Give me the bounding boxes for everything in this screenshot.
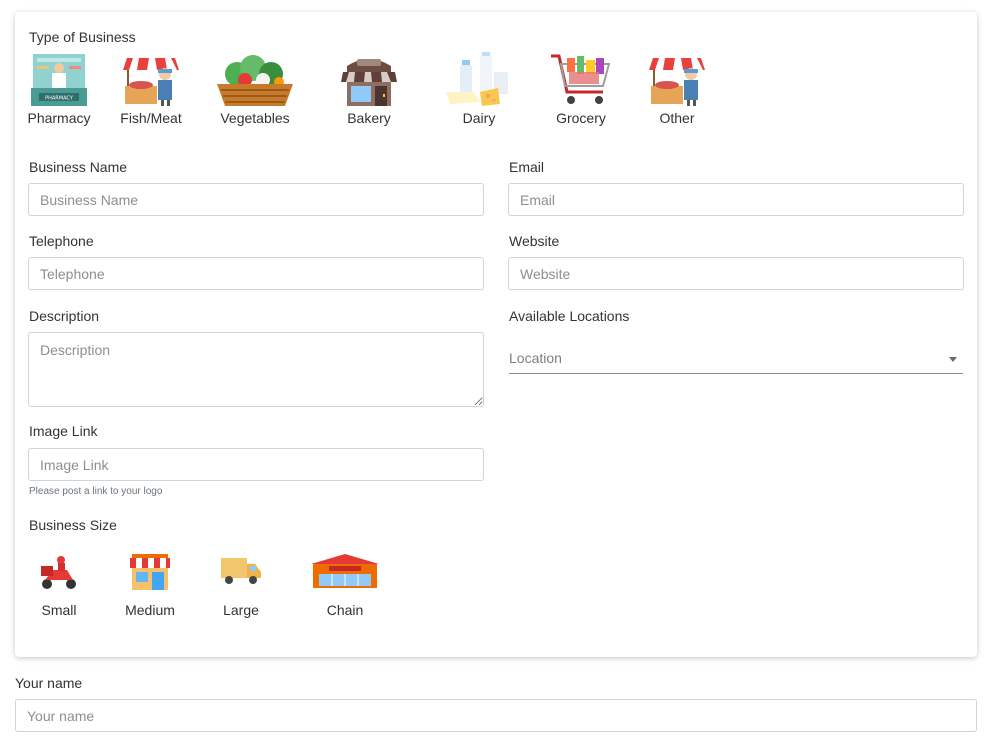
business-size-label-chain: Chain: [326, 602, 364, 618]
delivery-scooter-icon: [41, 556, 76, 589]
business-size-small[interactable]: Small: [29, 550, 89, 618]
description-textarea[interactable]: [28, 332, 484, 407]
grocery-cart-icon: [551, 54, 611, 104]
business-size-label-large: Large: [223, 602, 259, 618]
email-label: Email: [509, 159, 545, 175]
business-type-label-other: Other: [659, 110, 695, 126]
your-name-label: Your name: [15, 675, 83, 691]
business-name-input[interactable]: [28, 183, 484, 216]
business-type-label-grocery: Grocery: [556, 110, 606, 126]
chevron-down-icon: [949, 357, 957, 362]
your-name-input[interactable]: [15, 699, 977, 732]
image-link-label: Image Link: [29, 423, 98, 439]
business-type-other[interactable]: Other: [641, 52, 713, 126]
business-type-vegetables[interactable]: Vegetables: [210, 52, 300, 126]
vegetable-basket-icon: [217, 55, 293, 106]
description-label: Description: [29, 308, 100, 324]
business-name-label: Business Name: [29, 159, 128, 175]
business-size-medium[interactable]: Medium: [120, 550, 180, 618]
business-type-label-bakery: Bakery: [347, 110, 391, 126]
business-type-bakery[interactable]: Bakery: [333, 52, 405, 126]
business-type-dairy[interactable]: Dairy: [437, 52, 521, 126]
business-form-card: Type of Business PHARMACY Pharmacy Fish/…: [15, 12, 977, 657]
business-size-label-small: Small: [41, 602, 77, 618]
image-link-input[interactable]: [28, 448, 484, 481]
business-type-fish-meat[interactable]: Fish/Meat: [115, 52, 187, 126]
svg-text:PHARMACY: PHARMACY: [45, 96, 74, 102]
location-select[interactable]: Location: [509, 345, 963, 374]
website-input[interactable]: [508, 257, 964, 290]
available-locations-label: Available Locations: [509, 308, 630, 324]
location-select-placeholder: Location: [509, 350, 562, 366]
business-size-label: Business Size: [29, 517, 117, 533]
delivery-truck-icon: [221, 558, 261, 584]
storefront-icon: [130, 554, 170, 590]
business-size-chain[interactable]: Chain: [303, 550, 387, 618]
market-stall-icon: [649, 58, 705, 106]
image-link-help-text: Please post a link to your logo: [29, 486, 163, 497]
business-type-pharmacy[interactable]: PHARMACY Pharmacy: [23, 52, 95, 126]
supermarket-icon: [311, 554, 379, 588]
pharmacy-icon: PHARMACY: [31, 54, 87, 106]
business-type-grocery[interactable]: Grocery: [545, 52, 617, 126]
telephone-input[interactable]: [28, 257, 484, 290]
dairy-icon: [446, 52, 508, 106]
business-type-label-vegetables: Vegetables: [220, 110, 290, 126]
business-type-label-dairy: Dairy: [462, 110, 496, 126]
bakery-icon: [341, 59, 397, 106]
business-size-label-medium: Medium: [125, 602, 175, 618]
telephone-label: Telephone: [29, 233, 94, 249]
business-type-label-pharmacy: Pharmacy: [27, 110, 91, 126]
business-type-label-fish-meat: Fish/Meat: [120, 110, 182, 126]
website-label: Website: [509, 233, 560, 249]
email-input[interactable]: [508, 183, 964, 216]
business-type-label: Type of Business: [29, 29, 136, 45]
fish-meat-stall-icon: [123, 58, 179, 106]
business-size-large[interactable]: Large: [211, 550, 271, 618]
